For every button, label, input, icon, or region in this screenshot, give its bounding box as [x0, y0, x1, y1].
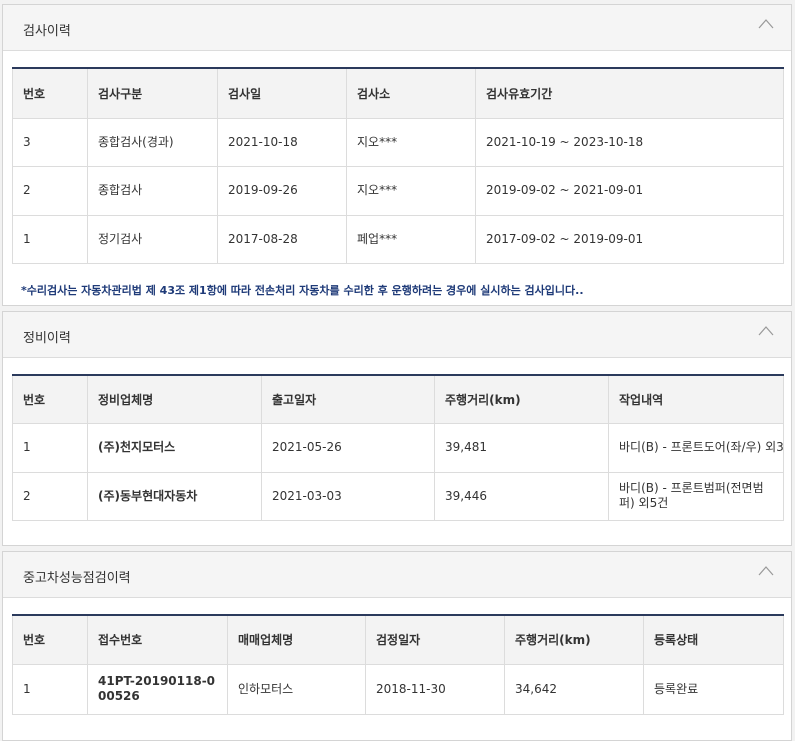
table-cell: 1	[12, 422, 88, 473]
table-cell: 정기검사	[87, 214, 218, 264]
column-header: 정비업체명	[87, 375, 262, 424]
table-cell: 2021-10-19 ~ 2023-10-18	[475, 117, 784, 167]
column-header: 검사일	[217, 68, 347, 119]
chevron-up-icon[interactable]	[757, 17, 775, 31]
maintenance-history-header[interactable]: 정비이력	[3, 312, 791, 358]
table-row: 1 41PT-20190118-000526 인하모터스 2018-11-30 …	[12, 663, 784, 715]
table-cell: 41PT-20190118-000526	[87, 663, 228, 715]
table-cell: 1	[12, 214, 88, 264]
table-cell: (주)동부현대자동차	[87, 471, 262, 521]
inspection-note: *수리검사는 자동차관리법 제 43조 제1항에 따라 전손처리 자동차를 수리…	[21, 284, 584, 297]
table-cell: 2	[12, 165, 88, 216]
table-cell: 2021-05-26	[261, 422, 435, 473]
inspection-history-panel: 검사이력 번호 검사구분 검사일 검사소 검사유효기간 3 종합검사(경과) 2…	[2, 4, 792, 306]
table-cell: 종합검사(경과)	[87, 117, 218, 167]
table-cell: 종합검사	[87, 165, 218, 216]
table-row: 2 (주)동부현대자동차 2021-03-03 39,446 바디(B) - 프…	[12, 471, 784, 521]
table-cell: 3	[12, 117, 88, 167]
table-cell: 바디(B) - 프론트범퍼(전면범퍼) 외5건	[608, 471, 784, 521]
table-cell: 등록완료	[643, 663, 784, 715]
maintenance-history-title: 정비이력	[23, 331, 71, 346]
column-header: 매매업체명	[227, 615, 366, 665]
inspection-history-table: 번호 검사구분 검사일 검사소 검사유효기간 3 종합검사(경과) 2021-1…	[12, 67, 784, 264]
column-header: 검사소	[346, 68, 476, 119]
column-header: 작업내역	[608, 375, 784, 424]
table-cell: 2021-10-18	[217, 117, 347, 167]
table-row: 1 (주)천지모터스 2021-05-26 39,481 바디(B) - 프론트…	[12, 422, 784, 473]
table-cell: 39,446	[434, 471, 609, 521]
chevron-up-icon[interactable]	[757, 564, 775, 578]
column-header: 주행거리(km)	[434, 375, 609, 424]
table-cell: 2019-09-02 ~ 2021-09-01	[475, 165, 784, 216]
column-header: 검정일자	[365, 615, 505, 665]
column-header: 등록상태	[643, 615, 784, 665]
table-cell: 페업***	[346, 214, 476, 264]
performance-check-header[interactable]: 중고차성능점검이력	[3, 552, 791, 598]
column-header: 접수번호	[87, 615, 228, 665]
performance-check-title: 중고차성능점검이력	[23, 571, 131, 586]
inspection-history-title: 검사이력	[23, 24, 71, 39]
table-cell: 지오***	[346, 117, 476, 167]
performance-check-table: 번호 접수번호 매매업체명 검정일자 주행거리(km) 등록상태 1 41PT-…	[12, 614, 784, 715]
table-cell: 2017-09-02 ~ 2019-09-01	[475, 214, 784, 264]
performance-check-panel: 중고차성능점검이력 번호 접수번호 매매업체명 검정일자 주행거리(km) 등록…	[2, 551, 792, 741]
column-header: 번호	[12, 68, 88, 119]
inspection-history-header[interactable]: 검사이력	[3, 5, 791, 51]
table-cell: 2	[12, 471, 88, 521]
table-cell: 34,642	[504, 663, 644, 715]
chevron-up-icon[interactable]	[757, 324, 775, 338]
maintenance-history-panel: 정비이력 번호 정비업체명 출고일자 주행거리(km) 작업내역 1 (주)천지…	[2, 311, 792, 546]
table-cell: 바디(B) - 프론트도어(좌/우) 외3건	[608, 422, 784, 473]
maintenance-history-table: 번호 정비업체명 출고일자 주행거리(km) 작업내역 1 (주)천지모터스 2…	[12, 374, 784, 521]
table-cell: 지오***	[346, 165, 476, 216]
table-cell: 1	[12, 663, 88, 715]
table-cell: 2019-09-26	[217, 165, 347, 216]
table-cell: (주)천지모터스	[87, 422, 262, 473]
table-row: 1 정기검사 2017-08-28 페업*** 2017-09-02 ~ 201…	[12, 214, 784, 264]
table-row: 3 종합검사(경과) 2021-10-18 지오*** 2021-10-19 ~…	[12, 117, 784, 167]
column-header: 검사구분	[87, 68, 218, 119]
column-header: 주행거리(km)	[504, 615, 644, 665]
table-row: 2 종합검사 2019-09-26 지오*** 2019-09-02 ~ 202…	[12, 165, 784, 216]
table-cell: 2017-08-28	[217, 214, 347, 264]
column-header: 번호	[12, 615, 88, 665]
table-cell: 2021-03-03	[261, 471, 435, 521]
column-header: 검사유효기간	[475, 68, 784, 119]
table-cell: 39,481	[434, 422, 609, 473]
table-cell: 인하모터스	[227, 663, 366, 715]
table-cell: 2018-11-30	[365, 663, 505, 715]
column-header: 번호	[12, 375, 88, 424]
column-header: 출고일자	[261, 375, 435, 424]
